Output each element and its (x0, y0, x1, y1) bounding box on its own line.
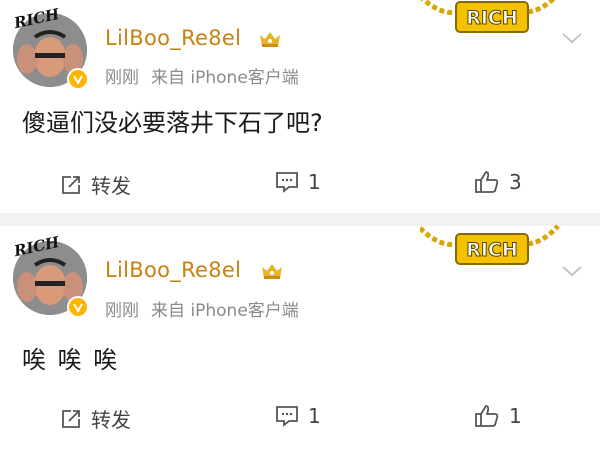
chevron-down-icon[interactable] (560, 259, 584, 283)
weibo-post: RICH LilBoo_Re8el 刚刚 来自 iPhone客户端 RICH 傻逼… (0, 0, 600, 213)
post-meta: 刚刚 来自 iPhone客户端 (105, 63, 299, 88)
verified-badge-icon (67, 296, 89, 318)
comment-icon (276, 172, 298, 193)
weibo-post: RICH LilBoo_Re8el 刚刚 来自 iPhone客户端 RICH 唉 … (0, 224, 600, 450)
thumbs-up-icon (475, 171, 499, 193)
verified-badge-icon (67, 68, 89, 90)
like-button[interactable]: 3 (474, 170, 522, 194)
pendant-label: RICH (466, 239, 518, 261)
repost-icon (62, 409, 80, 428)
post-content: 唉 唉 唉 (22, 346, 120, 374)
like-count: 1 (509, 404, 522, 428)
comment-icon (276, 406, 298, 427)
post-source: 来自 iPhone客户端 (151, 301, 299, 321)
post-time: 刚刚 (105, 68, 139, 88)
post-source: 来自 iPhone客户端 (151, 68, 299, 88)
post-time: 刚刚 (105, 301, 139, 321)
rich-chain-pendant: RICH (420, 224, 560, 265)
pendant-label: RICH (466, 7, 518, 29)
comment-button[interactable]: 1 (275, 404, 321, 428)
comment-count: 1 (308, 170, 321, 194)
like-count: 3 (509, 170, 522, 194)
rich-chain-pendant: RICH (420, 0, 556, 33)
post-meta: 刚刚 来自 iPhone客户端 (105, 296, 299, 321)
repost-button[interactable]: 转发 (60, 404, 131, 433)
repost-icon (62, 175, 80, 194)
username[interactable]: LilBoo_Re8el (105, 26, 241, 50)
post-content: 傻逼们没必要落井下石了吧? (22, 109, 323, 137)
avatar-rich-text: RICH (12, 236, 62, 258)
svg-text:RICH: RICH (12, 8, 62, 30)
vip-crown-icon (260, 32, 280, 47)
comment-button[interactable]: 1 (275, 170, 321, 194)
thumbs-up-icon (475, 405, 499, 427)
avatar-rich-text: RICH (12, 8, 62, 30)
like-button[interactable]: 1 (474, 404, 522, 428)
repost-label: 转发 (91, 174, 131, 198)
repost-button[interactable]: 转发 (60, 170, 131, 199)
vip-crown-icon (262, 264, 282, 279)
username[interactable]: LilBoo_Re8el (105, 258, 241, 282)
chevron-down-icon[interactable] (560, 26, 584, 50)
repost-label: 转发 (91, 408, 131, 432)
svg-text:RICH: RICH (12, 236, 62, 258)
comment-count: 1 (308, 404, 321, 428)
